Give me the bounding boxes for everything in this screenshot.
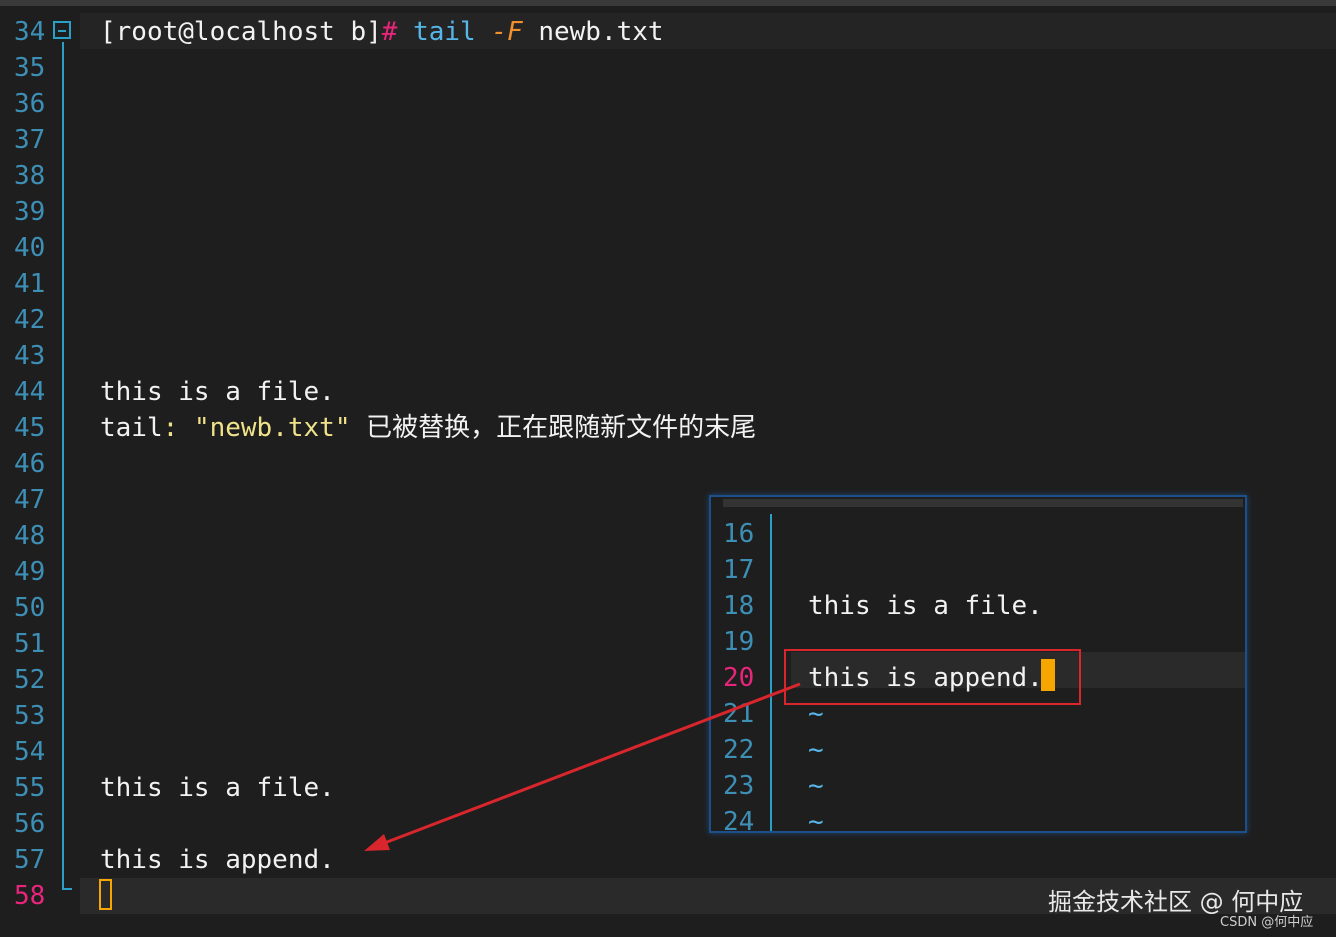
popup-title-bar [723,499,1243,507]
command-name: tail [413,17,476,47]
line-number: 34 [14,17,46,47]
empty-line-tilde: ~ [808,735,824,765]
top-scroll-bar [0,0,1336,6]
line-number: 44 [14,377,46,407]
empty-line-tilde: ~ [808,771,824,801]
line-number: 47 [14,485,46,515]
line-number: 39 [14,197,46,227]
line-number: 37 [14,125,46,155]
line-number: 54 [14,737,46,767]
popup-line-18: this is a file. [808,591,1043,621]
tail-filename: "newb.txt" [193,413,351,443]
line-number: 43 [14,341,46,371]
line-number: 53 [14,701,46,731]
fold-guide-end [62,888,72,890]
watermark-sub: CSDN @何中应 [1220,915,1314,930]
fold-guide-line [62,42,64,888]
highlight-box [784,649,1081,705]
line-number: 40 [14,233,46,263]
popup-line-number: 19 [723,627,755,657]
popup-line-number: 17 [723,555,755,585]
line-number: 52 [14,665,46,695]
tail-prefix: tail [100,413,163,443]
command-argument: newb.txt [538,17,664,47]
tail-message: 已被替换，正在跟随新文件的末尾 [366,413,757,443]
popup-line-number: 22 [723,735,755,765]
empty-line-tilde: ~ [808,807,824,833]
command-line[interactable]: [root@localhost b]# tail -F newb.txt [100,14,664,50]
arrow-head [364,834,390,851]
fold-collapse-icon[interactable] [53,21,71,39]
line-number: 41 [14,269,46,299]
popup-line-number: 24 [723,807,755,833]
line-number: 38 [14,161,46,191]
popup-current-line-number: 20 [723,663,755,693]
output-line-55: this is a file. [100,773,335,803]
prompt-user-host: [root@localhost b] [100,17,382,47]
output-line-44: this is a file. [100,377,335,407]
popup-line-number: 18 [723,591,755,621]
current-line-number: 58 [14,881,46,911]
line-number: 46 [14,449,46,479]
command-flag: -F [491,17,523,47]
terminal-cursor[interactable] [99,879,112,910]
line-number: 57 [14,845,46,875]
popup-line-number: 23 [723,771,755,801]
line-number: 45 [14,413,46,443]
line-number: 49 [14,557,46,587]
line-number: 42 [14,305,46,335]
line-number: 56 [14,809,46,839]
line-number: 50 [14,593,46,623]
prompt-hash: # [381,17,398,47]
line-number: 36 [14,89,46,119]
popup-line-number: 16 [723,519,755,549]
output-line-57: this is append. [100,845,335,875]
line-number: 55 [14,773,46,803]
tail-colon: : [162,413,179,443]
popup-line-number: 21 [723,699,755,729]
line-number: 35 [14,53,46,83]
line-number: 48 [14,521,46,551]
popup-gutter-line [770,514,772,831]
output-line-45: tail: "newb.txt" 已被替换，正在跟随新文件的末尾 [100,410,756,446]
line-number: 51 [14,629,46,659]
